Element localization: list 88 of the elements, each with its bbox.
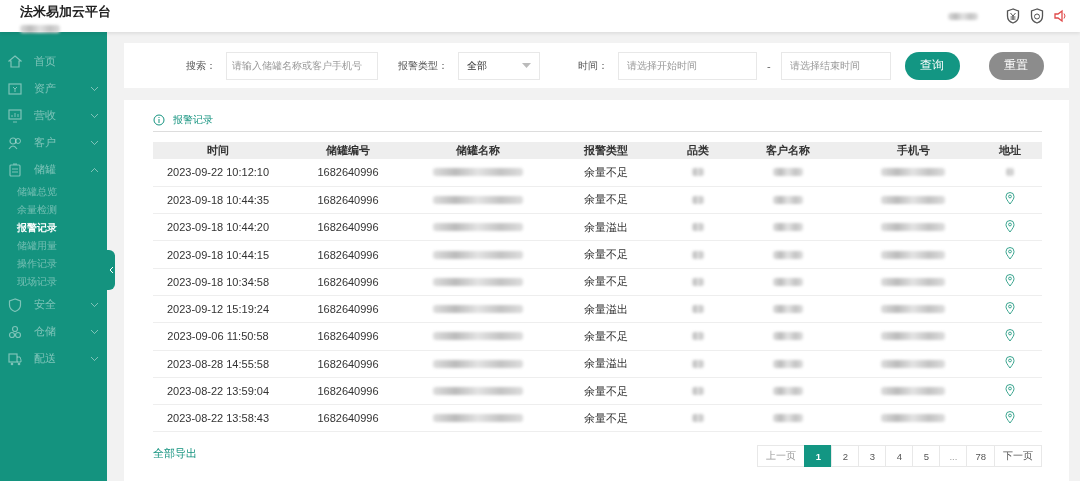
- table-cell: 1682640996: [283, 240, 413, 269]
- column-header: 时间: [153, 142, 283, 159]
- submenu-item[interactable]: 储罐总览: [0, 183, 107, 201]
- alarm-type-dropdown[interactable]: 全部: [458, 51, 540, 80]
- sidebar-item[interactable]: 资产: [0, 75, 107, 102]
- column-header: 报警类型: [543, 142, 668, 159]
- section-title: 报警记录: [173, 112, 213, 127]
- submenu-item[interactable]: 余量检测: [0, 201, 107, 219]
- boxes-icon: [8, 324, 22, 339]
- next-page-button[interactable]: 下一页: [994, 445, 1042, 468]
- page-button[interactable]: 2: [831, 445, 860, 468]
- info-icon: [153, 113, 165, 126]
- column-header: 客户名称: [728, 142, 848, 159]
- table-cell: 1682640996: [283, 268, 413, 296]
- home-icon: [8, 54, 22, 69]
- column-header: 品类: [668, 142, 728, 159]
- export-all-link[interactable]: 全部导出: [153, 446, 197, 462]
- table-cell: 余量溢出: [543, 350, 668, 378]
- field-label: 搜索：: [186, 58, 216, 73]
- search-field[interactable]: 请输入储罐名称或客户手机号: [226, 51, 378, 80]
- column-header: 手机号: [848, 142, 978, 159]
- shield-icon: [8, 297, 22, 312]
- table-cell: 1682640996: [283, 295, 413, 323]
- submenu-item[interactable]: 现场记录: [0, 273, 107, 291]
- truck-icon: [8, 351, 22, 366]
- collapse-tab[interactable]: [107, 250, 115, 290]
- table-cell: 2023-09-18 10:44:35: [153, 186, 283, 214]
- page-button[interactable]: 78: [966, 445, 995, 468]
- table-cell: 余量不足: [543, 240, 668, 269]
- table-cell: 余量不足: [543, 404, 668, 432]
- clipboard-icon: [8, 162, 22, 177]
- table-cell: 1682640996: [283, 377, 413, 405]
- page-button[interactable]: 1: [804, 445, 833, 468]
- table-cell: 1682640996: [283, 159, 413, 187]
- sidebar-item[interactable]: 配送: [0, 345, 107, 372]
- table-cell: 1682640996: [283, 350, 413, 378]
- table-cell: 2023-09-18 10:44:15: [153, 240, 283, 269]
- shield-icon: [1006, 8, 1020, 24]
- table-cell: 2023-08-28 14:55:58: [153, 350, 283, 378]
- caret-down-icon: [522, 63, 531, 68]
- table-cell: 1682640996: [283, 186, 413, 214]
- sidebar-item[interactable]: 首页: [0, 48, 107, 75]
- table-cell: 余量不足: [543, 186, 668, 214]
- table-cell: 1682640996: [283, 404, 413, 432]
- table-cell: 1682640996: [283, 213, 413, 241]
- sidebar-item[interactable]: 营收: [0, 102, 107, 129]
- table-cell: 2023-09-06 11:50:58: [153, 322, 283, 351]
- column-header: 储罐编号: [283, 142, 413, 159]
- table-cell: 2023-08-22 13:58:43: [153, 404, 283, 432]
- field-label: 报警类型：: [398, 58, 448, 73]
- page-button[interactable]: 5: [912, 445, 941, 468]
- reset-button[interactable]: 重置: [988, 51, 1044, 80]
- page-ellipsis: ...: [939, 445, 968, 468]
- chevron-left-icon: [108, 266, 114, 274]
- range-separator: -: [767, 59, 771, 72]
- table-cell: 2023-09-18 10:34:58: [153, 268, 283, 296]
- shield-icon: [1030, 8, 1044, 24]
- sidebar-item[interactable]: 仓储: [0, 318, 107, 345]
- sidebar-item[interactable]: 储罐: [0, 156, 107, 183]
- page-button[interactable]: 4: [885, 445, 914, 468]
- table-cell: 余量不足: [543, 322, 668, 351]
- sidebar-item[interactable]: 客户: [0, 129, 107, 156]
- wallet-icon: [8, 81, 22, 96]
- submenu-item[interactable]: 报警记录: [0, 219, 107, 237]
- field-label: 时间：: [578, 58, 608, 73]
- page-button[interactable]: 3: [858, 445, 887, 468]
- table-cell: 2023-09-18 10:44:20: [153, 213, 283, 241]
- table-cell: 余量不足: [543, 377, 668, 405]
- table-cell: 2023-09-12 15:19:24: [153, 295, 283, 323]
- app-title: 法米易加云平台: [20, 3, 111, 21]
- table-cell: 余量不足: [543, 159, 668, 187]
- end-time-field[interactable]: 请选择结束时间: [780, 51, 891, 80]
- monitor-icon: [8, 108, 22, 123]
- column-header: 储罐名称: [413, 142, 543, 159]
- people-icon: [8, 135, 22, 150]
- start-time-field[interactable]: 请选择开始时间: [618, 51, 757, 80]
- table-cell: 2023-08-22 13:59:04: [153, 377, 283, 405]
- speaker-icon: [1054, 9, 1068, 23]
- submenu-item[interactable]: 储罐用量: [0, 237, 107, 255]
- sidebar-item[interactable]: 安全: [0, 291, 107, 318]
- query-button[interactable]: 查询: [904, 51, 960, 80]
- table-cell: 余量溢出: [543, 213, 668, 241]
- submenu-item[interactable]: 操作记录: [0, 255, 107, 273]
- table-cell: 余量溢出: [543, 295, 668, 323]
- table-cell: 2023-09-22 10:12:10: [153, 159, 283, 187]
- column-header: 地址: [978, 142, 1042, 159]
- table-cell: 余量不足: [543, 268, 668, 296]
- table-cell: 1682640996: [283, 322, 413, 351]
